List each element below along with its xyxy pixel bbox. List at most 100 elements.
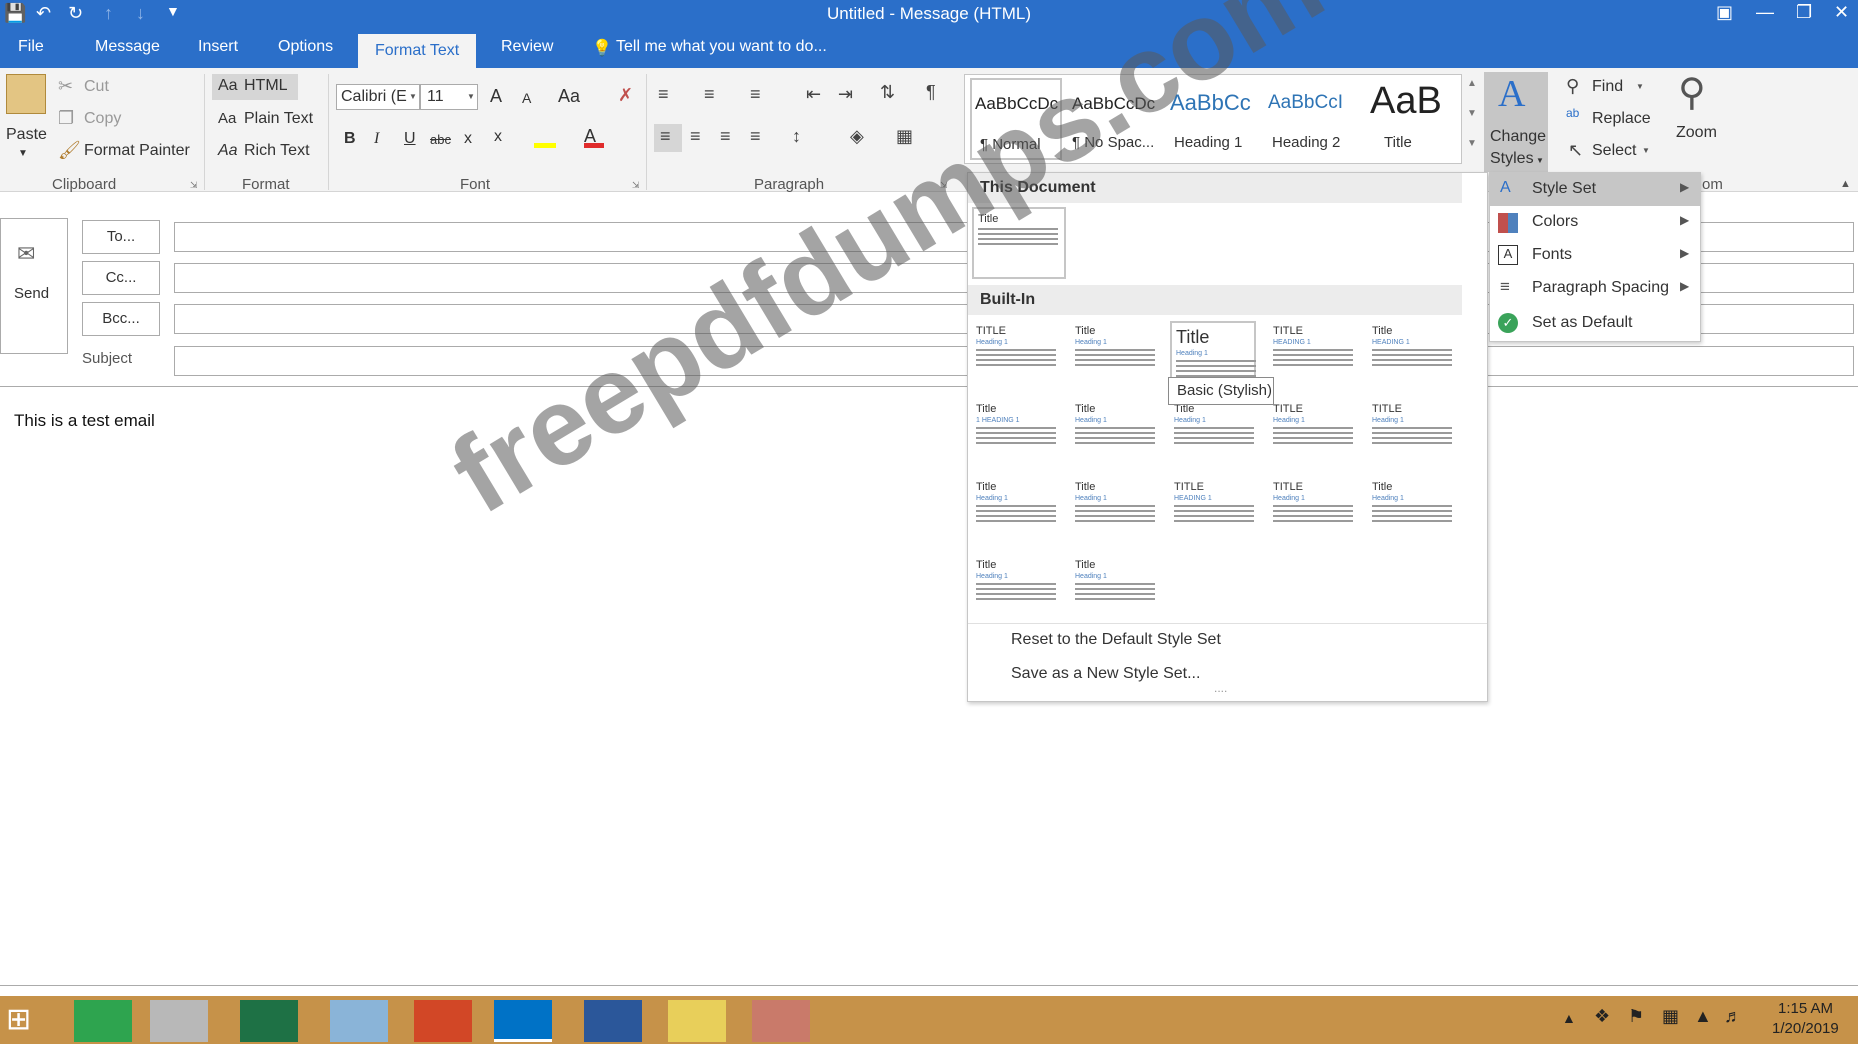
windows-start-icon[interactable]: ⊞: [6, 1002, 31, 1037]
rich-text-button[interactable]: Rich Text: [244, 142, 310, 160]
paste-chevron-icon[interactable]: ▼: [18, 148, 28, 159]
reset-style-set-item[interactable]: Reset to the Default Style Set: [1011, 631, 1221, 649]
minimize-icon[interactable]: —: [1756, 2, 1774, 23]
paint-icon[interactable]: [752, 1000, 810, 1042]
paste-icon[interactable]: [6, 74, 46, 114]
html-format-button[interactable]: Aa HTML: [212, 74, 298, 100]
clear-formatting-icon[interactable]: ✗: [618, 85, 633, 106]
store-icon[interactable]: [74, 1000, 132, 1042]
network-icon[interactable]: ▲: [1694, 1006, 1712, 1027]
zoom-button[interactable]: Zoom: [1676, 124, 1717, 142]
change-styles-button[interactable]: A Change Styles ▼: [1484, 72, 1548, 172]
shading-icon[interactable]: ◈: [850, 126, 864, 147]
highlight-color-icon[interactable]: [534, 130, 556, 148]
tab-review[interactable]: Review: [501, 38, 553, 56]
grow-font-button[interactable]: A: [490, 86, 502, 107]
subscript-button[interactable]: x: [464, 130, 472, 148]
resize-grip-icon[interactable]: ....: [1214, 681, 1227, 695]
style-set-thumb[interactable]: TITLE Heading 1: [1269, 399, 1355, 465]
menu-item-paragraph-spacing[interactable]: ≡ Paragraph Spacing ▶: [1490, 272, 1700, 305]
paragraph-launcher-icon[interactable]: ⇲: [940, 180, 948, 191]
style-set-thumb[interactable]: TITLE HEADING 1: [1170, 477, 1256, 543]
message-body[interactable]: This is a test email: [0, 386, 1858, 986]
style-set-thumb[interactable]: Title Heading 1: [1071, 399, 1157, 465]
select-button[interactable]: Select: [1592, 142, 1636, 160]
chevron-down-icon[interactable]: ▼: [1636, 82, 1644, 91]
chevron-down-icon[interactable]: ▼: [1642, 146, 1650, 155]
font-name-dropdown[interactable]: Calibri (E ▼: [336, 84, 420, 110]
style-set-thumb[interactable]: Title Heading 1: [1071, 477, 1157, 543]
bold-button[interactable]: B: [344, 130, 356, 148]
word-icon[interactable]: [584, 1000, 642, 1042]
paste-button[interactable]: Paste: [6, 126, 47, 144]
zoom-icon[interactable]: ⚲: [1678, 70, 1706, 115]
style-set-thumb[interactable]: Title 1 HEADING 1: [972, 399, 1058, 465]
style-set-thumb[interactable]: Title HEADING 1: [1368, 321, 1454, 387]
font-color-icon[interactable]: A: [584, 126, 604, 148]
numbering-icon[interactable]: ≡: [704, 84, 715, 105]
align-center-icon[interactable]: ≡: [690, 126, 701, 147]
gallery-scroll-up-icon[interactable]: ▲: [1467, 78, 1477, 89]
copy-button[interactable]: Copy: [84, 110, 121, 128]
style-set-thumb[interactable]: TITLE Heading 1: [972, 321, 1058, 387]
tray-show-hidden-icon[interactable]: ▲: [1562, 1010, 1576, 1026]
tab-format-text[interactable]: Format Text: [358, 34, 477, 68]
style-set-this-document[interactable]: Title: [972, 207, 1066, 279]
style-set-thumb[interactable]: Title Heading 1: [972, 555, 1058, 621]
cut-button[interactable]: Cut: [84, 78, 109, 96]
gallery-more-icon[interactable]: ▼: [1467, 138, 1477, 149]
cc-button[interactable]: Cc...: [82, 261, 160, 295]
style-set-thumb[interactable]: Title Heading 1: [1368, 477, 1454, 543]
ribbon-display-icon[interactable]: ▣: [1716, 2, 1733, 23]
find-button[interactable]: Find: [1592, 78, 1623, 96]
change-case-button[interactable]: Aa: [558, 86, 580, 107]
tab-options[interactable]: Options: [278, 38, 333, 56]
pdf-reader-icon[interactable]: [150, 1000, 208, 1042]
font-size-dropdown[interactable]: 11 ▼: [420, 84, 478, 110]
tab-insert[interactable]: Insert: [198, 38, 238, 56]
style-set-thumb[interactable]: TITLE HEADING 1: [1269, 321, 1355, 387]
bcc-button[interactable]: Bcc...: [82, 302, 160, 336]
style-title[interactable]: AaB Title: [1358, 78, 1448, 160]
outlook-icon[interactable]: [494, 1000, 552, 1042]
style-no-spacing[interactable]: AaBbCcDc ¶ No Spac...: [1066, 78, 1160, 160]
menu-item-fonts[interactable]: A Fonts ▶: [1490, 239, 1700, 272]
bullets-icon[interactable]: ≡: [658, 84, 669, 105]
underline-button[interactable]: U: [404, 130, 416, 148]
tab-file[interactable]: File: [18, 38, 44, 56]
save-style-set-item[interactable]: Save as a New Style Set...: [1011, 665, 1200, 683]
volume-icon[interactable]: ♬: [1724, 1006, 1742, 1027]
italic-button[interactable]: I: [374, 130, 379, 148]
style-set-thumb[interactable]: Title Heading 1: [1071, 321, 1157, 387]
font-launcher-icon[interactable]: ⇲: [632, 180, 640, 191]
increase-indent-icon[interactable]: ⇥: [838, 84, 853, 105]
plain-text-button[interactable]: Plain Text: [244, 110, 313, 128]
multilevel-list-icon[interactable]: ≡: [750, 84, 761, 105]
battery-icon[interactable]: ▦: [1662, 1006, 1679, 1027]
borders-icon[interactable]: ▦: [896, 126, 913, 147]
style-set-thumb[interactable]: Title Heading 1: [972, 477, 1058, 543]
excel-icon[interactable]: [240, 1000, 298, 1042]
to-button[interactable]: To...: [82, 220, 160, 254]
close-icon[interactable]: ✕: [1834, 2, 1849, 23]
explorer-icon[interactable]: [330, 1000, 388, 1042]
tell-me-box[interactable]: Tell me what you want to do...: [616, 38, 827, 56]
menu-item-colors[interactable]: Colors ▶: [1490, 206, 1700, 239]
shrink-font-button[interactable]: A: [522, 90, 531, 106]
style-normal[interactable]: AaBbCcDc ¶ Normal: [970, 78, 1062, 160]
style-heading-1[interactable]: AaBbCc Heading 1: [1164, 78, 1256, 160]
dropbox-icon[interactable]: ❖: [1594, 1006, 1610, 1027]
style-set-thumb[interactable]: Title Heading 1: [1170, 399, 1256, 465]
style-set-thumb[interactable]: TITLE Heading 1: [1368, 399, 1454, 465]
decrease-indent-icon[interactable]: ⇤: [806, 84, 821, 105]
menu-item-set-as-default[interactable]: ✓ Set as Default: [1490, 307, 1700, 340]
style-set-thumb[interactable]: TITLE Heading 1: [1269, 477, 1355, 543]
gallery-scroll-down-icon[interactable]: ▼: [1467, 108, 1477, 119]
collapse-ribbon-icon[interactable]: ▲: [1840, 178, 1851, 190]
clock-time[interactable]: 1:15 AM: [1778, 1000, 1833, 1017]
flag-icon[interactable]: ⚑: [1628, 1006, 1644, 1027]
justify-icon[interactable]: ≡: [750, 126, 761, 147]
align-right-icon[interactable]: ≡: [720, 126, 731, 147]
send-button[interactable]: ✉ Send: [0, 218, 68, 354]
replace-button[interactable]: Replace: [1592, 110, 1651, 128]
